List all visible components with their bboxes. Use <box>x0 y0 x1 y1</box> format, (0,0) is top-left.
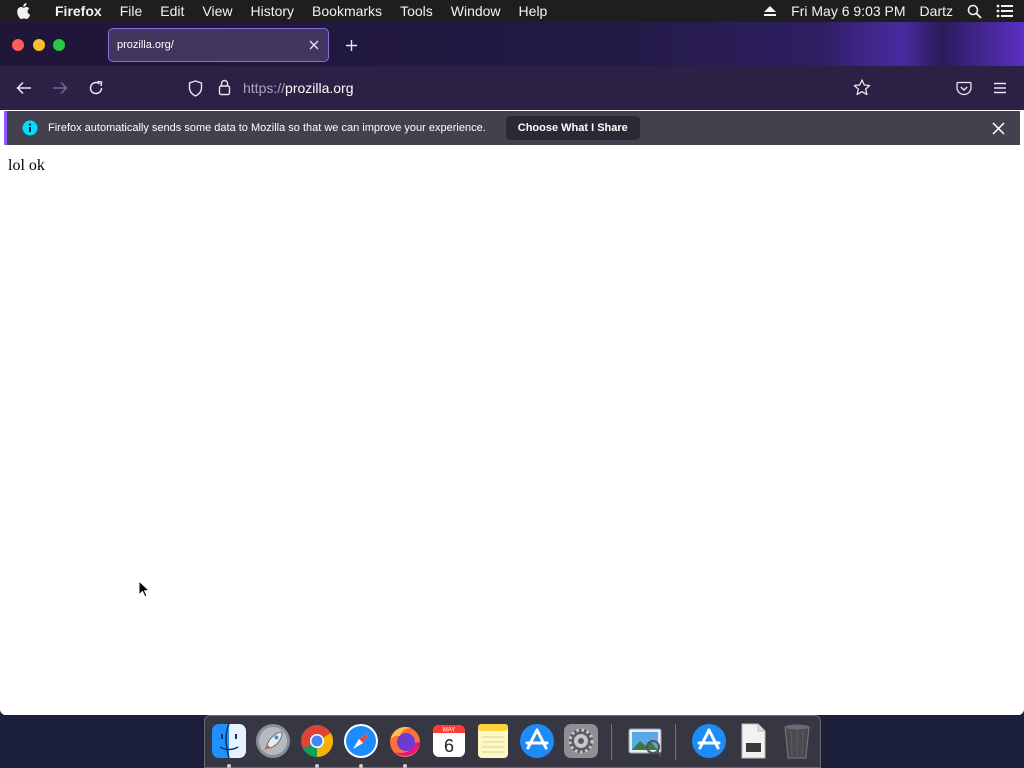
new-tab-button[interactable] <box>338 32 364 58</box>
dock: MAY 6 <box>204 715 821 768</box>
url-text[interactable]: https://prozilla.org <box>243 80 354 96</box>
tab-strip: prozilla.org/ <box>0 22 1024 66</box>
dock-separator <box>611 724 612 760</box>
mouse-cursor-icon <box>138 579 151 603</box>
window-minimize-button[interactable] <box>33 39 45 51</box>
url-scheme: https:// <box>243 80 286 96</box>
dock-firefox[interactable] <box>385 721 425 761</box>
dock-calendar[interactable]: MAY 6 <box>429 721 469 761</box>
menu-history[interactable]: History <box>241 0 303 22</box>
tracking-protection-shield-icon[interactable] <box>188 80 203 102</box>
info-icon <box>22 120 38 136</box>
dock-google-chrome[interactable] <box>297 721 337 761</box>
app-menu-button[interactable] <box>985 73 1015 103</box>
finder-running-indicator <box>227 764 231 768</box>
safari-running-indicator <box>359 764 363 768</box>
safari-compass-icon <box>344 724 378 758</box>
menu-file[interactable]: File <box>111 0 152 22</box>
back-button[interactable] <box>9 73 39 103</box>
menu-bar: Firefox File Edit View History Bookmarks… <box>0 0 1024 22</box>
dock-preview[interactable] <box>625 721 665 761</box>
url-bar[interactable]: https://prozilla.org <box>180 71 880 105</box>
page-content: lol ok <box>0 148 1024 715</box>
dock-launchpad[interactable] <box>253 721 293 761</box>
chrome-running-indicator <box>315 764 319 768</box>
forward-button[interactable] <box>45 73 75 103</box>
firefox-icon <box>390 727 420 757</box>
back-arrow-icon <box>16 81 31 95</box>
spotlight-search-icon[interactable] <box>967 4 982 19</box>
downloads-folder-icon <box>692 724 726 758</box>
dock-separator <box>675 724 676 760</box>
tab-title: prozilla.org/ <box>117 39 174 51</box>
system-preferences-gear-icon <box>564 724 598 758</box>
menu-window[interactable]: Window <box>442 0 510 22</box>
menu-edit[interactable]: Edit <box>151 0 193 22</box>
navigation-toolbar: https://prozilla.org <box>0 66 1024 110</box>
data-collection-notification: Firefox automatically sends some data to… <box>4 111 1020 145</box>
choose-what-i-share-button[interactable]: Choose What I Share <box>505 116 640 140</box>
notification-message: Firefox automatically sends some data to… <box>48 122 486 134</box>
notification-close-icon[interactable] <box>986 116 1010 140</box>
calendar-icon: MAY 6 <box>433 725 465 757</box>
dock-notes[interactable] <box>473 721 513 761</box>
preview-icon <box>628 728 662 757</box>
lock-icon[interactable] <box>218 79 231 101</box>
reload-icon <box>89 80 103 95</box>
window-close-button[interactable] <box>12 39 24 51</box>
dock-downloads[interactable] <box>689 721 729 761</box>
calendar-month: MAY <box>443 728 456 734</box>
calendar-day: 6 <box>444 736 454 756</box>
trash-icon <box>784 724 810 759</box>
pocket-icon <box>956 81 972 95</box>
dock-app-store[interactable] <box>517 721 557 761</box>
forward-arrow-icon <box>53 81 68 95</box>
window-zoom-button[interactable] <box>53 39 65 51</box>
dock-trash[interactable] <box>777 721 817 761</box>
bookmark-star-icon[interactable] <box>853 79 871 101</box>
apple-icon[interactable] <box>0 0 46 22</box>
menubar-clock[interactable]: Fri May 6 9:03 PM <box>791 3 905 19</box>
dock-finder[interactable] <box>209 721 249 761</box>
menu-view[interactable]: View <box>193 0 241 22</box>
page-body-text: lol ok <box>8 157 45 174</box>
tab-active[interactable]: prozilla.org/ <box>108 28 329 62</box>
hamburger-menu-icon <box>994 82 1006 94</box>
firefox-running-indicator <box>403 764 407 768</box>
reload-button[interactable] <box>81 73 111 103</box>
firefox-window: prozilla.org/ https://prozilla.org Firef… <box>0 22 1024 715</box>
control-center-icon[interactable] <box>996 4 1014 18</box>
pocket-button[interactable] <box>949 73 979 103</box>
menu-help[interactable]: Help <box>510 0 557 22</box>
document-icon <box>741 723 766 759</box>
url-host: prozilla.org <box>285 80 354 96</box>
launchpad-rocket-icon <box>256 724 290 758</box>
menu-tools[interactable]: Tools <box>391 0 442 22</box>
chrome-icon <box>301 725 334 758</box>
tab-close-icon[interactable] <box>300 31 328 59</box>
menu-bookmarks[interactable]: Bookmarks <box>303 0 391 22</box>
eject-icon[interactable] <box>763 5 777 17</box>
finder-icon <box>212 723 246 759</box>
notes-icon <box>478 724 508 758</box>
dock-documents[interactable] <box>733 721 773 761</box>
plus-icon <box>345 39 357 51</box>
menu-app-name[interactable]: Firefox <box>46 0 111 22</box>
dock-system-preferences[interactable] <box>561 721 601 761</box>
app-store-icon <box>520 724 554 758</box>
dock-safari[interactable] <box>341 721 381 761</box>
menubar-user[interactable]: Dartz <box>920 3 953 19</box>
